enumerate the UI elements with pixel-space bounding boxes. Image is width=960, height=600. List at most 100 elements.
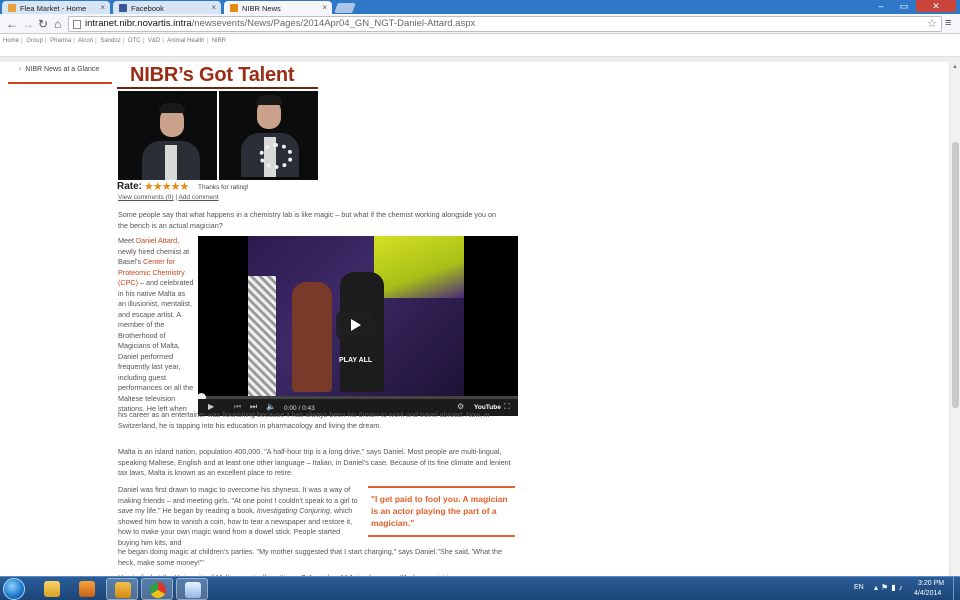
new-tab-button[interactable] <box>334 3 356 13</box>
playing-cards-fan <box>259 143 293 169</box>
book-title: Investigating Conjuring <box>256 506 330 515</box>
media-player-icon <box>79 581 95 597</box>
meet-rest: – and celebrated in his native Malta as … <box>118 278 194 413</box>
hero-photo-portrait <box>118 91 217 180</box>
comments-line: View comments (0) | Add comment <box>118 194 219 201</box>
tab-strip: Flea Market - Home × Facebook × NIBR New… <box>0 0 960 14</box>
rating-thanks: Thanks for rating! <box>198 184 249 191</box>
close-window-button[interactable]: ✕ <box>916 0 956 12</box>
close-tab-icon[interactable]: × <box>322 3 327 12</box>
daniel-paragraph: Daniel was first drawn to magic to overc… <box>118 485 362 548</box>
video-figure-woman <box>292 282 332 392</box>
forward-arrow-icon[interactable]: → <box>22 17 34 31</box>
lync-icon <box>185 582 201 598</box>
malta-paragraph: Malta is an island nation, population 40… <box>118 447 511 477</box>
sitenav-nibr[interactable]: NIBR <box>212 38 226 44</box>
browser-toolbar: ← → ↻ ⌂ intranet.nibr.novartis.intra/new… <box>0 14 960 34</box>
photo-figure-shirt <box>165 145 177 180</box>
intro-paragraph: Some people say that what happens in a c… <box>118 210 496 230</box>
reload-icon[interactable]: ↻ <box>38 17 48 31</box>
hero-photo-card-trick <box>219 91 318 180</box>
add-comment-link[interactable]: Add comment <box>178 194 218 201</box>
daniel-paragraph-continued: he began doing magic at children’s parti… <box>118 547 503 567</box>
minimize-button[interactable]: – <box>870 0 892 12</box>
maximize-button[interactable]: ▭ <box>893 0 915 12</box>
back-arrow-icon[interactable]: ← <box>6 17 18 31</box>
sitenav-alcon[interactable]: Alcon <box>78 38 93 44</box>
separator: | <box>21 38 23 44</box>
language-indicator[interactable]: EN <box>854 584 864 591</box>
close-tab-icon[interactable]: × <box>211 3 216 12</box>
video-figure-plaid <box>248 276 276 398</box>
start-button[interactable] <box>3 578 25 600</box>
separator: | <box>44 38 47 44</box>
folder-icon <box>44 581 60 597</box>
sitenav-animal-health[interactable]: Animal Health <box>167 38 204 44</box>
show-desktop-button[interactable] <box>953 577 960 600</box>
tab-label: NIBR News <box>242 4 281 13</box>
page-title: NIBR’s Got Talent <box>130 64 295 86</box>
clock-date[interactable]: 4/4/2014 <box>914 590 941 597</box>
separator: | <box>73 38 75 44</box>
sitenav-otc[interactable]: OTC <box>128 38 141 44</box>
play-button[interactable] <box>336 310 374 340</box>
title-divider <box>117 87 318 89</box>
scrollbar-thumb[interactable] <box>952 142 959 408</box>
folder-favicon-icon <box>8 4 16 12</box>
taskbar-chrome[interactable] <box>141 578 173 600</box>
facebook-favicon-icon <box>119 4 127 12</box>
url-path: /newsevents/News/Pages/2014Apr04_GN_NGT-… <box>191 18 476 29</box>
tab-label: Facebook <box>131 4 164 13</box>
outlook-icon <box>115 582 131 598</box>
close-tab-icon[interactable]: × <box>100 3 105 12</box>
tab-facebook[interactable]: Facebook × <box>113 1 221 14</box>
nibr-favicon-icon <box>230 4 238 12</box>
page-icon <box>73 20 81 29</box>
header-divider <box>0 57 960 62</box>
menu-icon[interactable]: ≡ <box>945 17 951 29</box>
rate-label: Rate: <box>117 181 143 192</box>
tab-nibr-news[interactable]: NIBR News × <box>224 1 332 14</box>
photo-figure-hair <box>256 95 282 105</box>
meet-prefix: Meet <box>118 236 136 245</box>
sitenav-group[interactable]: Group <box>26 38 43 44</box>
rating-stars[interactable]: ★★★★★ <box>144 180 189 193</box>
photo-figure-hair <box>159 103 185 113</box>
sitenav-sandoz[interactable]: Sandoz <box>100 38 120 44</box>
taskbar-media-player[interactable] <box>71 578 103 600</box>
meet-paragraph: Meet Daniel Attard, newly hired chemist … <box>118 236 194 415</box>
taskbar-outlook[interactable] <box>106 578 138 600</box>
page-scrollbar[interactable]: ▲ <box>949 62 960 576</box>
taskbar-explorer[interactable] <box>36 578 68 600</box>
url-host: intranet.nibr.novartis.intra <box>85 18 192 29</box>
sitenav-pharma[interactable]: Pharma <box>50 38 71 44</box>
bookmark-star-icon[interactable]: ☆ <box>927 17 937 31</box>
separator: | <box>95 38 97 44</box>
site-nav: Home | Group | Pharma | Alcon | Sandoz | OTC |… <box>0 35 960 57</box>
play-all-label[interactable]: PLAY ALL <box>339 357 372 364</box>
leftnav-news-at-a-glance[interactable]: › NIBR News at a Glance <box>8 64 112 84</box>
separator: | <box>206 38 209 44</box>
tab-label: Flea Market - Home <box>20 4 87 13</box>
sitenav-vd[interactable]: V&D <box>148 38 160 44</box>
view-comments-link[interactable]: View comments (0) <box>118 194 174 201</box>
clock-time[interactable]: 3:20 PM <box>918 580 944 587</box>
address-bar[interactable]: intranet.nibr.novartis.intra/newsevents/… <box>68 16 942 32</box>
meet-paragraph-continued: his career as an entertainer was flouris… <box>118 410 490 430</box>
sitenav-home[interactable]: Home <box>3 38 19 44</box>
chrome-icon <box>150 582 166 598</box>
scroll-up-arrow-icon[interactable]: ▲ <box>952 64 958 70</box>
leftnav-label: NIBR News at a Glance <box>25 66 100 73</box>
taskbar-lync[interactable] <box>176 578 208 600</box>
separator: | <box>162 38 164 44</box>
video-backdrop-banner <box>374 236 464 298</box>
daniel-attard-link[interactable]: Daniel Attard <box>136 236 177 245</box>
windows-taskbar: EN ▴⚑▮♪ 3:20 PM 4/4/2014 <box>0 576 960 600</box>
chevron-right-icon: › <box>19 66 22 73</box>
separator: | <box>142 38 145 44</box>
tray-icons[interactable]: ▴⚑▮♪ <box>874 583 906 592</box>
pull-quote: "I get paid to fool you. A magician is a… <box>368 486 515 537</box>
separator: | <box>122 38 125 44</box>
home-icon[interactable]: ⌂ <box>54 17 61 31</box>
tab-flea-market[interactable]: Flea Market - Home × <box>2 1 110 14</box>
